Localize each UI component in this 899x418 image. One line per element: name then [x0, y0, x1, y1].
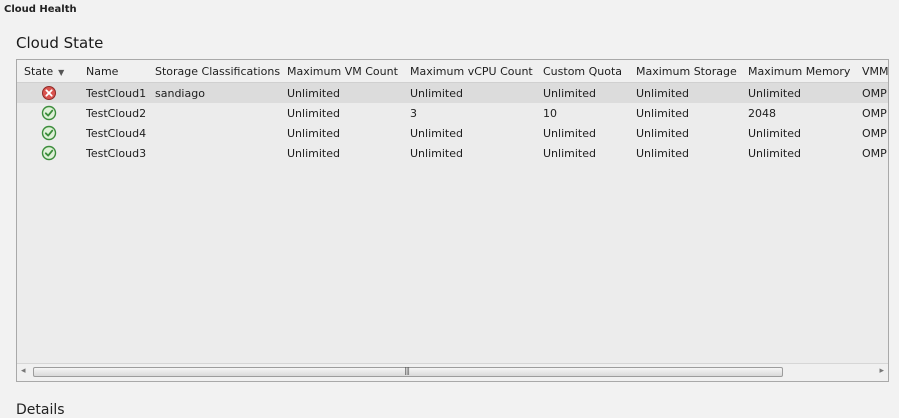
grid-header: State ▼ Name Storage Classifications Maxi… — [17, 60, 888, 83]
column-header-max-memory[interactable]: Maximum Memory — [748, 65, 858, 78]
cell-max-storage: Unlimited — [636, 147, 689, 160]
cell-max-memory: Unlimited — [748, 147, 801, 160]
column-header-max-vcpu-count[interactable]: Maximum vCPU Count — [410, 65, 538, 78]
cell-max-memory: Unlimited — [748, 127, 801, 140]
cell-name: TestCloud4 — [86, 127, 147, 140]
cell-max-storage: Unlimited — [636, 87, 689, 100]
cell-max-vm-count: Unlimited — [287, 127, 340, 140]
cell-max-vm-count: Unlimited — [287, 147, 340, 160]
cell-vmm: OMP — [862, 127, 887, 140]
column-header-storage-classifications[interactable]: Storage Classifications — [155, 65, 283, 78]
column-header-max-vm-count[interactable]: Maximum VM Count — [287, 65, 405, 78]
cell-name: TestCloud3 — [86, 147, 147, 160]
window-title: Cloud Health — [4, 4, 77, 15]
cell-custom-quota: 10 — [543, 107, 557, 120]
scroll-thumb[interactable]: ||| — [33, 366, 783, 377]
cell-name: TestCloud2 — [86, 107, 147, 120]
cell-max-memory: Unlimited — [748, 87, 801, 100]
cell-custom-quota: Unlimited — [543, 127, 596, 140]
cell-max-vm-count: Unlimited — [287, 87, 340, 100]
table-row[interactable]: TestCloud2 Unlimited 3 10 Unlimited 2048… — [17, 103, 888, 123]
column-header-state[interactable]: State ▼ — [24, 65, 84, 78]
column-header-max-storage[interactable]: Maximum Storage — [636, 65, 744, 78]
table-row[interactable]: TestCloud3 Unlimited Unlimited Unlimited… — [17, 143, 888, 163]
error-icon — [42, 86, 56, 100]
cell-max-vcpu-count: 3 — [410, 107, 417, 120]
scroll-right-icon[interactable]: ▸ — [879, 366, 884, 376]
cell-storage-classifications: sandiago — [155, 87, 205, 100]
cloud-state-grid[interactable]: State ▼ Name Storage Classifications Maxi… — [16, 59, 889, 382]
cell-max-vm-count: Unlimited — [287, 107, 340, 120]
details-section-title: Details — [16, 402, 65, 418]
cell-max-vcpu-count: Unlimited — [410, 147, 463, 160]
column-header-vmm[interactable]: VMM — [862, 65, 888, 78]
cell-max-storage: Unlimited — [636, 107, 689, 120]
ok-check-icon — [41, 125, 57, 141]
scroll-left-icon[interactable]: ◂ — [21, 366, 26, 376]
table-row[interactable]: TestCloud4 Unlimited Unlimited Unlimited… — [17, 123, 888, 143]
cell-max-vcpu-count: Unlimited — [410, 127, 463, 140]
cell-custom-quota: Unlimited — [543, 147, 596, 160]
cell-max-memory: 2048 — [748, 107, 776, 120]
section-title: Cloud State — [16, 34, 104, 52]
column-header-custom-quota[interactable]: Custom Quota — [543, 65, 631, 78]
cell-name: TestCloud1 — [86, 87, 147, 100]
cell-vmm: OMP — [862, 107, 887, 120]
column-header-name[interactable]: Name — [86, 65, 152, 78]
cell-custom-quota: Unlimited — [543, 87, 596, 100]
cell-vmm: OMP — [862, 87, 887, 100]
cell-vmm: OMP — [862, 147, 887, 160]
sort-desc-icon: ▼ — [58, 68, 65, 77]
cell-max-storage: Unlimited — [636, 127, 689, 140]
ok-check-icon — [41, 105, 57, 121]
table-row[interactable]: TestCloud1 sandiago Unlimited Unlimited … — [17, 83, 888, 103]
ok-check-icon — [41, 145, 57, 161]
grip-icon: ||| — [404, 366, 410, 375]
horizontal-scrollbar[interactable]: ◂ ||| ▸ — [17, 363, 888, 381]
cell-max-vcpu-count: Unlimited — [410, 87, 463, 100]
